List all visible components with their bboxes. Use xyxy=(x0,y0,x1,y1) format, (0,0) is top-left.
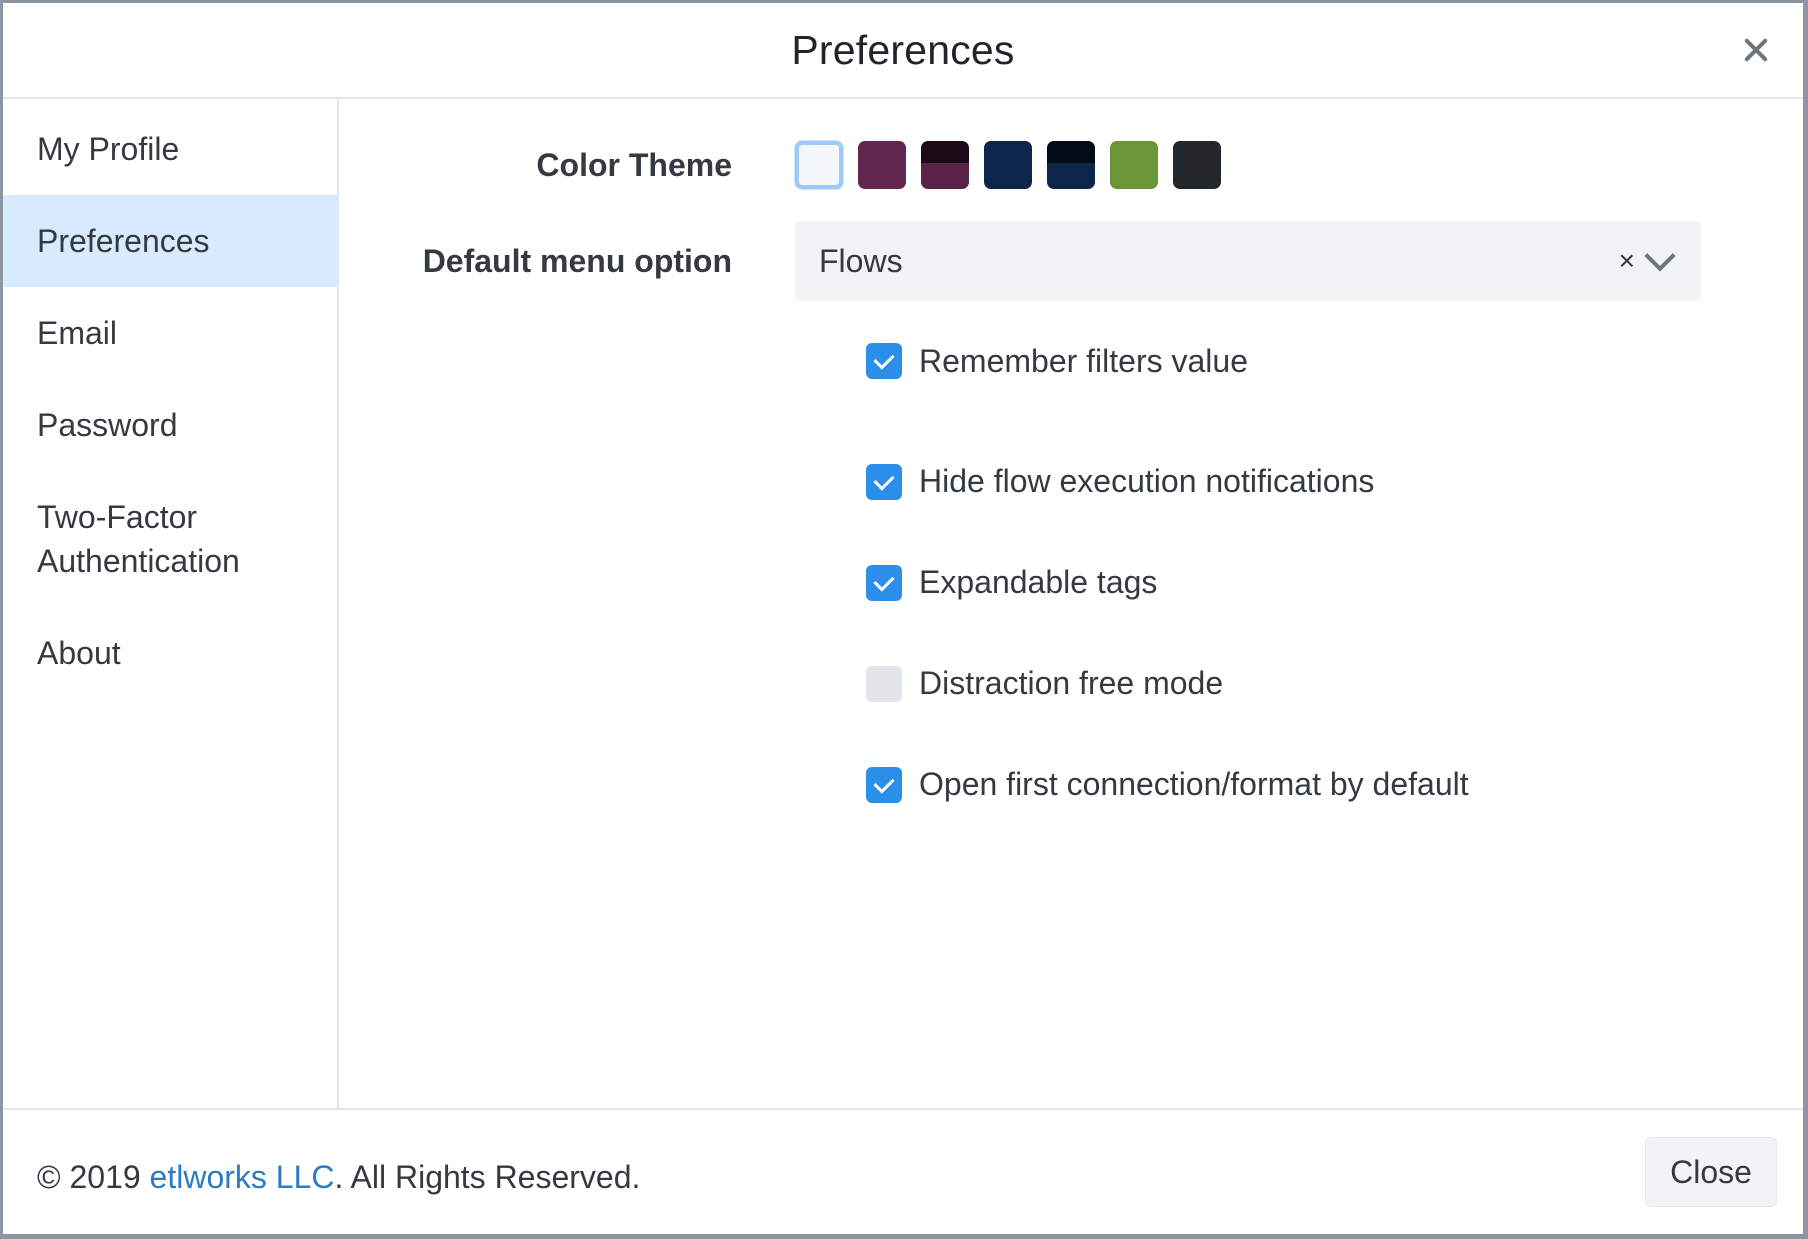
preferences-dialog: Preferences My Profile Preferences Email… xyxy=(3,3,1803,1234)
option-row[interactable]: Expandable tags xyxy=(866,532,1803,633)
checkbox-checked[interactable] xyxy=(866,343,902,379)
copyright-prefix: © 2019 xyxy=(37,1158,150,1195)
copyright-text: © 2019 etlworks LLC. All Rights Reserved… xyxy=(37,1159,640,1196)
dialog-body: My Profile Preferences Email Password Tw… xyxy=(3,99,1803,1108)
option-label: Distraction free mode xyxy=(919,665,1224,701)
dialog-footer: © 2019 etlworks LLC. All Rights Reserved… xyxy=(3,1108,1803,1234)
sidebar-item-label-line1: Two-Factor xyxy=(37,499,198,535)
option-row[interactable]: Remember filters value xyxy=(866,331,1803,391)
sidebar-item-about[interactable]: About xyxy=(3,607,337,699)
option-row[interactable]: Hide flow execution notifications xyxy=(866,431,1803,532)
chevron-down-icon[interactable] xyxy=(1644,240,1676,272)
default-menu-select[interactable]: Flows × xyxy=(795,221,1701,301)
option-checkboxes: Remember filters value Hide flow executio… xyxy=(866,331,1803,835)
sidebar-item-email[interactable]: Email xyxy=(3,287,337,379)
option-label: Open first connection/format by default xyxy=(919,766,1469,802)
close-icon[interactable] xyxy=(1739,33,1773,67)
option-label: Remember filters value xyxy=(919,342,1248,379)
theme-swatch-4[interactable] xyxy=(984,141,1032,189)
sidebar-item-preferences[interactable]: Preferences xyxy=(3,195,337,287)
sidebar-item-two-factor[interactable]: Two-Factor Authentication xyxy=(3,471,337,607)
checkmark-icon xyxy=(873,468,895,491)
checkmark-icon xyxy=(873,348,895,370)
theme-swatch-5[interactable] xyxy=(1047,141,1095,189)
close-button[interactable]: Close xyxy=(1645,1137,1777,1207)
select-value: Flows xyxy=(819,242,903,279)
sidebar-item-label: My Profile xyxy=(37,131,180,167)
sidebar-item-label: About xyxy=(37,635,121,671)
checkbox-unchecked[interactable] xyxy=(866,665,902,702)
theme-swatch-7[interactable] xyxy=(1173,141,1221,189)
dialog-header: Preferences xyxy=(3,3,1803,99)
sidebar-item-password[interactable]: Password xyxy=(3,379,337,471)
option-label: Expandable tags xyxy=(919,564,1158,600)
company-link[interactable]: etlworks LLC xyxy=(150,1159,335,1195)
sidebar: My Profile Preferences Email Password Tw… xyxy=(3,99,339,1108)
sidebar-item-label: Password xyxy=(37,407,178,443)
preferences-panel: Color Theme Default menu option Flows × … xyxy=(339,99,1803,1108)
checkbox-checked[interactable] xyxy=(866,766,902,803)
theme-swatches xyxy=(795,141,1221,189)
default-menu-row: Default menu option Flows × xyxy=(339,221,1803,301)
option-row[interactable]: Distraction free mode xyxy=(866,633,1803,734)
default-menu-label: Default menu option xyxy=(422,242,732,279)
checkmark-icon xyxy=(873,569,895,592)
checkbox-checked[interactable] xyxy=(866,463,902,500)
sidebar-item-label: Preferences xyxy=(37,223,210,259)
clear-icon[interactable]: × xyxy=(1619,245,1635,277)
option-row[interactable]: Open first connection/format by default xyxy=(866,734,1803,835)
checkmark-icon xyxy=(873,771,895,794)
checkbox-checked[interactable] xyxy=(866,564,902,601)
sidebar-item-label-line2: Authentication xyxy=(37,543,240,579)
theme-swatch-6[interactable] xyxy=(1110,141,1158,189)
sidebar-item-my-profile[interactable]: My Profile xyxy=(3,103,337,195)
theme-swatch-2[interactable] xyxy=(858,141,906,189)
theme-swatch-1[interactable] xyxy=(795,141,843,189)
color-theme-label: Color Theme xyxy=(536,146,732,183)
dialog-title: Preferences xyxy=(791,26,1015,73)
copyright-suffix: . All Rights Reserved. xyxy=(334,1158,641,1195)
theme-swatch-3[interactable] xyxy=(921,141,969,189)
color-theme-row: Color Theme xyxy=(339,141,1803,189)
option-label: Hide flow execution notifications xyxy=(919,463,1375,499)
sidebar-item-label: Email xyxy=(37,315,118,351)
